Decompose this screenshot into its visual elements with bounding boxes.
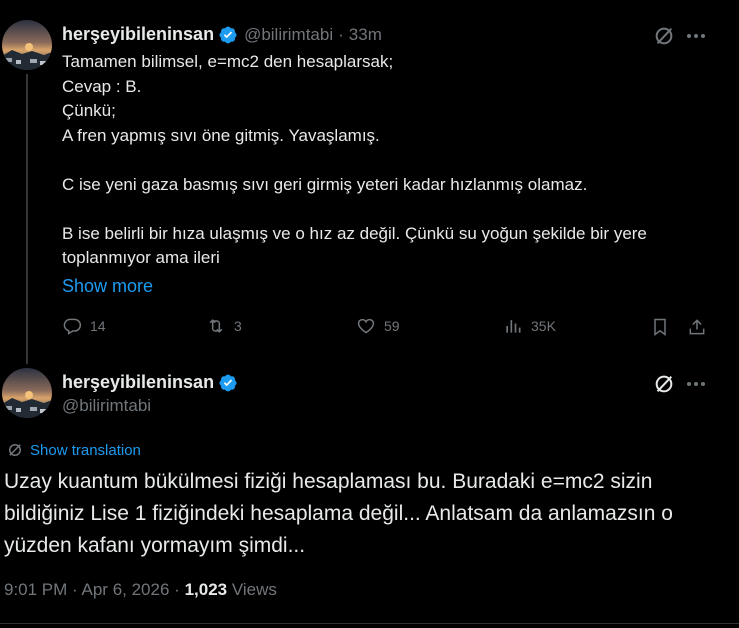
reply-line: Cevap : B. (62, 76, 142, 96)
more-options-icon[interactable] (684, 372, 708, 396)
show-translation-label: Show translation (30, 441, 141, 459)
reply-count: 14 (90, 318, 106, 334)
grok-translate-icon (9, 444, 21, 456)
reply-time[interactable]: 33m (349, 25, 382, 45)
thread-line (26, 74, 28, 364)
more-options-icon[interactable] (684, 24, 708, 48)
verified-badge-icon[interactable] (218, 373, 238, 393)
separator: · (72, 580, 78, 599)
reply-button[interactable]: 14 (62, 316, 106, 336)
reply-line (62, 148, 722, 173)
show-more-link[interactable]: Show more (62, 276, 153, 297)
tweet-time[interactable]: 9:01 PM (4, 580, 67, 599)
bookmark-button[interactable] (649, 316, 671, 338)
separator: · (174, 580, 180, 599)
views-count: 35K (531, 318, 556, 334)
reply-line: Çünkü; (62, 101, 116, 120)
tweet-date[interactable]: Apr 6, 2026 (82, 580, 170, 599)
reply-line: C ise yeni gaza basmış sıvı geri girmiş … (62, 174, 588, 194)
show-translation-link[interactable]: Show translation (6, 441, 141, 459)
grok-icon[interactable] (652, 372, 676, 396)
reply-handle[interactable]: @bilirimtabi (244, 25, 333, 45)
reply-line: Tamamen bilimsel, e=mc2 den hesaplarsak; (62, 52, 394, 71)
main-tweet-text: Uzay kuantum bükülmesi fiziği hesaplamas… (4, 470, 673, 557)
repost-count: 3 (234, 318, 242, 334)
views-label: Views (231, 580, 277, 599)
separator: · (338, 24, 344, 44)
main-avatar[interactable] (2, 368, 52, 418)
share-icon (689, 319, 705, 335)
bookmark-icon (654, 318, 666, 336)
repost-icon (209, 319, 223, 333)
tweet-metadata: 9:01 PM · Apr 6, 2026 · 1,023 Views (4, 580, 277, 600)
views-icon (506, 320, 521, 333)
reply-display-name[interactable]: herşeyibileninsan (62, 24, 214, 45)
main-header: herşeyibileninsan (62, 372, 238, 393)
verified-badge-icon[interactable] (218, 25, 238, 45)
reply-text: Tamamen bilimsel, e=mc2 den hesaplarsak;… (62, 50, 722, 271)
repost-button[interactable]: 3 (206, 316, 242, 336)
reply-line (62, 197, 722, 222)
like-count: 59 (384, 318, 400, 334)
reply-line: A fren yapmış sıvı öne gitmiş. Yavaşlamı… (62, 125, 380, 145)
views-button[interactable]: 35K (503, 316, 556, 336)
share-button[interactable] (686, 316, 708, 338)
heart-icon (357, 318, 375, 334)
main-handle[interactable]: @bilirimtabi (62, 396, 151, 416)
divider (0, 623, 739, 624)
reply-line: B ise belirli bir hıza ulaşmış ve o hız … (62, 223, 647, 268)
reply-icon (63, 318, 82, 335)
views-total: 1,023 (184, 580, 228, 599)
avatar[interactable] (2, 20, 52, 70)
reply-header: herşeyibileninsan @bilirimtabi · 33m (62, 24, 382, 45)
like-button[interactable]: 59 (356, 316, 400, 336)
main-display-name[interactable]: herşeyibileninsan (62, 372, 214, 393)
grok-icon[interactable] (652, 24, 676, 48)
